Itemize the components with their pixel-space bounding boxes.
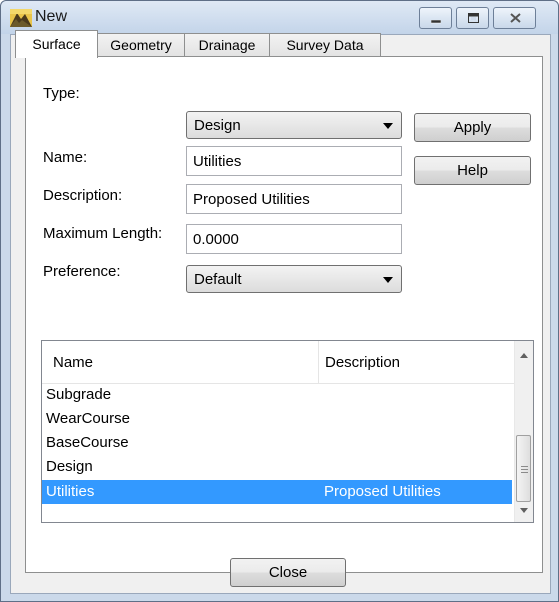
list-item[interactable]: BaseCourse bbox=[42, 431, 512, 455]
description-field[interactable] bbox=[186, 184, 402, 214]
maximum-length-field[interactable] bbox=[186, 224, 402, 254]
maximum-length-input[interactable] bbox=[193, 231, 393, 248]
minimize-button[interactable] bbox=[419, 7, 452, 29]
type-label: Type: bbox=[43, 85, 80, 102]
name-input[interactable] bbox=[193, 153, 393, 170]
list-item-selected[interactable]: Utilities Proposed Utilities bbox=[42, 480, 512, 504]
column-header-name[interactable]: Name bbox=[53, 354, 93, 371]
app-icon bbox=[10, 9, 32, 27]
list-item-name: Utilities bbox=[46, 483, 95, 500]
tab-strip: Surface Geometry Drainage Survey Data bbox=[15, 30, 405, 58]
tab-geometry[interactable]: Geometry bbox=[97, 33, 185, 56]
window-title: New bbox=[35, 8, 68, 25]
column-divider[interactable] bbox=[318, 341, 319, 383]
list-item-description: Proposed Utilities bbox=[324, 483, 441, 500]
tab-label: Drainage bbox=[198, 37, 256, 53]
apply-button[interactable]: Apply bbox=[414, 113, 531, 142]
preference-label: Preference: bbox=[43, 263, 121, 280]
list-header: Name Description bbox=[42, 341, 516, 384]
surface-list[interactable]: Name Description Subgrade WearCourse Bas… bbox=[41, 340, 534, 523]
preference-value: Default bbox=[194, 271, 242, 288]
scroll-up-icon[interactable] bbox=[515, 347, 533, 365]
list-item-name: WearCourse bbox=[46, 410, 130, 427]
minimize-icon bbox=[431, 20, 441, 24]
list-item[interactable]: WearCourse bbox=[42, 407, 512, 431]
grip-line bbox=[521, 466, 528, 467]
grip-line bbox=[521, 472, 528, 473]
preference-dropdown[interactable]: Default bbox=[186, 265, 402, 293]
list-item[interactable]: Subgrade bbox=[42, 383, 512, 407]
name-label: Name: bbox=[43, 149, 88, 166]
type-dropdown[interactable]: Design bbox=[186, 111, 402, 139]
list-item-name: BaseCourse bbox=[46, 434, 129, 451]
tab-survey-data[interactable]: Survey Data bbox=[269, 33, 381, 56]
description-label: Description: bbox=[43, 187, 123, 204]
close-window-button[interactable] bbox=[493, 7, 536, 29]
description-input[interactable] bbox=[193, 191, 393, 208]
dialog-window: New Surface Geometry Drainage Survey Dat… bbox=[0, 0, 559, 602]
grip-line bbox=[521, 469, 528, 470]
chevron-down-icon bbox=[383, 277, 393, 283]
maximize-button[interactable] bbox=[456, 7, 489, 29]
type-value: Design bbox=[194, 117, 241, 134]
vertical-scrollbar[interactable] bbox=[514, 341, 533, 522]
scroll-down-icon[interactable] bbox=[515, 501, 533, 519]
maximize-icon bbox=[468, 13, 479, 23]
tab-label: Geometry bbox=[110, 37, 172, 53]
list-item[interactable]: Design bbox=[42, 455, 512, 479]
name-field[interactable] bbox=[186, 146, 402, 176]
scrollbar-thumb[interactable] bbox=[516, 435, 531, 502]
chevron-down-icon bbox=[383, 123, 393, 129]
tab-label: Survey Data bbox=[286, 37, 364, 53]
tab-label: Surface bbox=[32, 36, 81, 52]
help-button[interactable]: Help bbox=[414, 156, 531, 185]
list-item-name: Design bbox=[46, 458, 93, 475]
tab-drainage[interactable]: Drainage bbox=[184, 33, 270, 56]
column-header-description[interactable]: Description bbox=[325, 354, 400, 371]
list-item-name: Subgrade bbox=[46, 386, 112, 403]
close-icon bbox=[510, 13, 521, 23]
close-button[interactable]: Close bbox=[230, 558, 346, 587]
maximum-length-label: Maximum Length: bbox=[43, 225, 163, 242]
tab-surface[interactable]: Surface bbox=[15, 30, 98, 58]
